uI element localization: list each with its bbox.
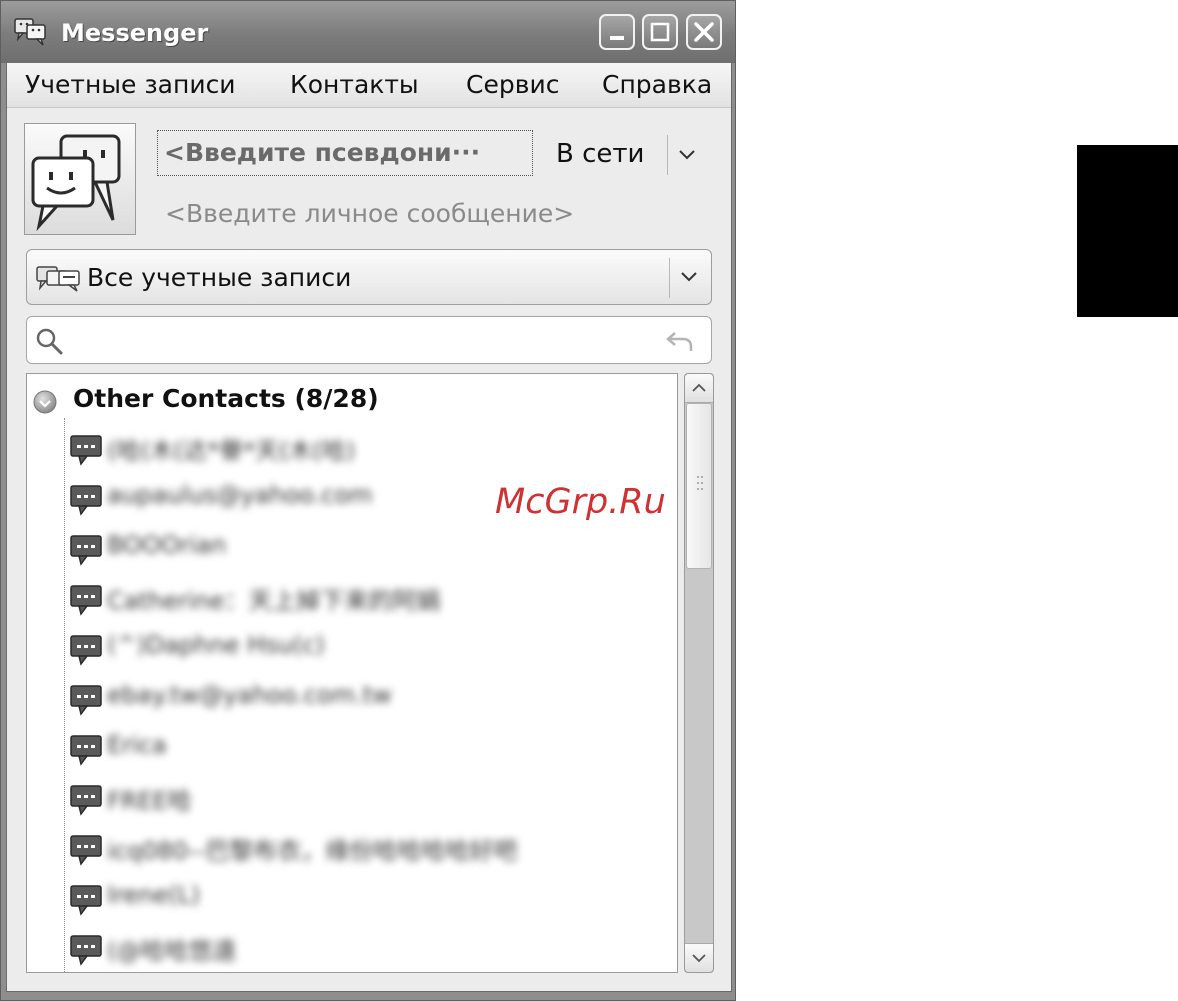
scrollbar[interactable] [684,373,714,973]
contact-group[interactable]: Other Contacts (8/28) [27,382,667,418]
contact-name: FREE哈 [107,787,192,815]
contact-name: (哈(木(达*譽*天(木(哈) [107,437,356,465]
scroll-down-button[interactable] [685,943,713,972]
list-item[interactable]: Irene(L) [27,876,667,920]
list-item[interactable]: (哈(木(达*譽*天(木(哈) [27,426,667,470]
contact-offline-icon [69,584,103,620]
maximize-button[interactable] [642,14,678,50]
contact-name: Catherine：天上掉下来的阿娟 [107,587,441,615]
minimize-icon [610,36,624,40]
chevron-down-icon [679,150,695,160]
contact-offline-icon [69,734,103,770]
group-status-icon [31,388,59,420]
contact-offline-icon [69,884,103,920]
contact-list[interactable]: Other Contacts (8/28) (哈(木(达*譽*天(木(哈) au… [26,373,678,973]
contact-name: Erica [107,731,167,759]
scrollbar-thumb[interactable] [686,403,712,569]
maximize-icon [650,22,670,42]
menu-help[interactable]: Справка [602,70,712,99]
chevron-down-icon [692,954,706,963]
contact-offline-icon [69,484,103,520]
search-box [26,316,712,364]
title-bar[interactable]: Messenger [1,1,735,63]
contact-name: aupaulus@yahoo.com [107,481,373,509]
list-item[interactable]: Catherine：天上掉下来的阿娟 [27,576,667,620]
close-button[interactable] [686,14,722,50]
contact-offline-icon [69,784,103,820]
contact-offline-icon [69,434,103,470]
minimize-button[interactable] [599,14,635,50]
status-separator [667,135,668,175]
menu-contacts[interactable]: Контакты [290,70,419,99]
list-item[interactable]: FREE哈 [27,776,667,820]
contact-name: (@哈哈悠遠 [107,937,237,965]
avatar-messenger-icon [31,134,121,232]
list-item[interactable]: (@哈哈悠遠 [27,926,667,970]
chevron-up-icon [692,383,706,392]
nickname-field[interactable]: <Введите псевдони··· [157,130,533,176]
personal-message-field[interactable]: <Введите личное сообщение> [165,199,574,228]
messenger-icon [13,15,49,47]
window-content: Учетные записи Контакты Сервис Справка <… [6,63,732,992]
list-item[interactable]: Erica [27,726,667,770]
close-icon [694,22,714,42]
list-item[interactable]: icq080--巴黎布衣，缘份哈哈哈哈好吧 [27,826,667,870]
undo-clear-icon[interactable] [665,329,695,357]
window-title: Messenger [61,19,209,47]
list-item[interactable]: ebay.tw@yahoo.com.tw [27,676,667,720]
status-dropdown-button[interactable] [676,145,698,169]
contact-offline-icon [69,934,103,970]
contact-offline-icon [69,534,103,570]
accounts-combo-label: Все учетные записи [87,263,352,292]
contact-name: BOOOrian [107,531,227,559]
watermark-text: McGrp.Ru [495,482,666,522]
group-label: Other Contacts (8/28) [73,384,379,413]
search-icon [35,327,65,361]
menu-accounts[interactable]: Учетные записи [25,70,236,99]
contact-offline-icon [69,684,103,720]
contact-name: Irene(L) [107,881,201,909]
contact-name: ebay.tw@yahoo.com.tw [107,681,392,709]
scroll-up-button[interactable] [685,374,713,403]
list-item[interactable]: (^)Daphne Hsu(c) [27,626,667,670]
accounts-combo[interactable]: Все учетные записи [26,249,712,305]
list-item[interactable]: BOOOrian [27,526,667,570]
chevron-down-icon [678,267,700,291]
black-block [1077,145,1178,317]
accounts-icon [35,263,83,297]
search-input[interactable] [73,323,657,359]
contact-offline-icon [69,634,103,670]
contact-offline-icon [69,834,103,870]
combo-separator [669,258,670,298]
contact-name: icq080--巴黎布衣，缘份哈哈哈哈好吧 [107,837,518,865]
menu-tools[interactable]: Сервис [466,70,559,99]
contact-name: (^)Daphne Hsu(c) [107,631,325,659]
menu-bar: Учетные записи Контакты Сервис Справка [7,63,731,108]
grip-icon [697,476,703,490]
avatar[interactable] [24,123,136,235]
status-label[interactable]: В сети [556,139,644,169]
